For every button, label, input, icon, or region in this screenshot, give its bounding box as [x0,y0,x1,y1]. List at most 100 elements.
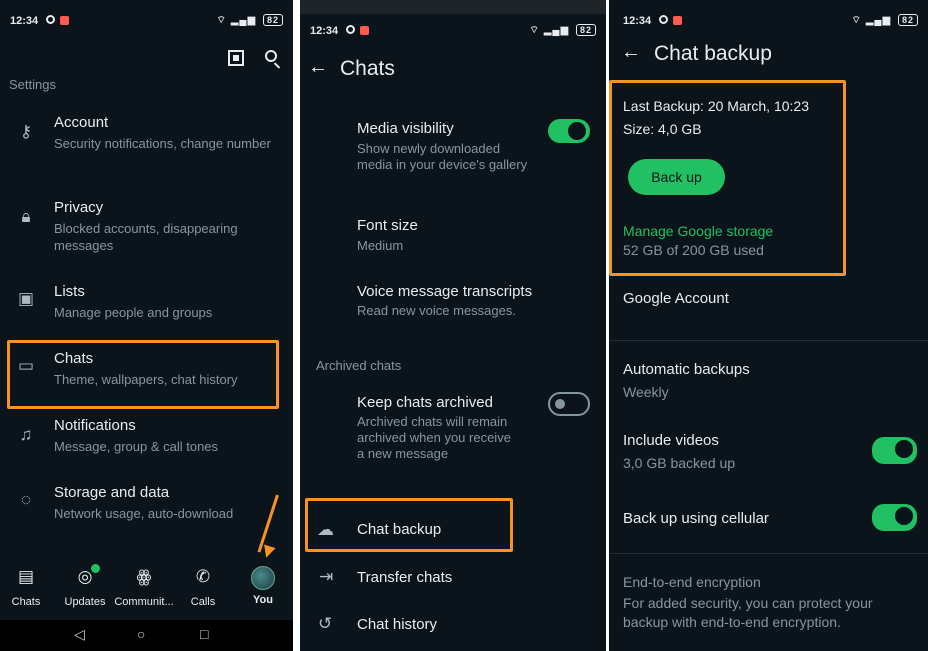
voice-transcripts-title: Voice message transcripts [357,283,533,300]
settings-item-sub: Message, group & call tones [54,439,219,454]
settings-item-title: Lists [54,283,85,300]
key-icon: ⚷ [19,122,33,141]
status-icons: ⌔ ▂▄▆ 82 [530,24,596,37]
lock-icon: 🔒︎ [21,207,31,226]
qr-code-icon[interactable] [228,50,244,66]
settings-item-account[interactable]: ⚷ Account Security notifications, change… [0,112,293,176]
communities-icon: ꙮ [136,567,152,586]
back-arrow-icon[interactable]: ← [621,41,641,64]
highlight-box-chat-backup [305,498,513,552]
system-nav-bar: ◁ ○ □ [0,620,293,651]
sys-back-icon[interactable]: ◁ [74,626,85,643]
settings-item-sub: Blocked accounts, disappearing messages [54,221,238,253]
section-label-settings: Settings [9,77,56,92]
avatar [251,566,275,590]
status-calendar-icon [360,26,369,35]
nav-communities[interactable]: ꙮ Communit... [114,566,174,608]
google-account-title: Google Account [623,290,729,307]
highlight-box-chats [7,340,279,409]
media-visibility-sub: Show newly downloaded media in your devi… [357,141,528,172]
wifi-icon: ⌔ [851,15,862,26]
storage-icon: ◌ [20,490,32,509]
status-time: 12:34 [310,25,339,37]
wifi-icon: ⌔ [529,25,540,36]
status-calendar-icon [673,16,682,25]
settings-item-lists[interactable]: ▣ Lists Manage people and groups [0,281,293,325]
nav-updates[interactable]: ◎ Updates [55,564,115,608]
status-icons: ⌔ ▂▄▆ 82 [217,14,283,27]
nav-label: Updates [64,596,106,608]
history-icon: ↺ [318,614,333,633]
signal-icon: ▂▄▆ [865,15,892,26]
settings-item-title: Storage and data [54,484,170,501]
transfer-icon: ⇥ [319,567,334,586]
settings-item-title: Notifications [54,417,136,434]
battery-icon: 82 [575,24,596,36]
settings-item-storage[interactable]: ◌ Storage and data Network usage, auto-d… [0,482,293,526]
back-up-cellular-title: Back up using cellular [623,510,769,527]
page-title: Chats [340,57,395,80]
status-bar: 12:34 ⌔ ▂▄▆ 82 [609,0,928,36]
status-ring-icon [346,25,355,34]
settings-item-notifications[interactable]: ♫ Notifications Message, group & call to… [0,415,293,459]
keep-archived-toggle[interactable] [548,392,590,416]
battery-icon: 82 [262,14,283,26]
nav-label: Calls [190,596,216,608]
font-size-title: Font size [357,217,418,234]
nav-chats[interactable]: ▤ Chats [0,566,56,608]
media-visibility-title: Media visibility [357,120,454,137]
status-time: 12:34 [623,15,652,27]
bottom-navigation: ▤ Chats ◎ Updates ꙮ Communit... ✆ Calls … [0,556,293,618]
divider [609,340,928,341]
chats-icon: ▤ [17,567,35,586]
nav-label: Communit... [114,596,174,608]
chat-backup-panel: 12:34 ⌔ ▂▄▆ 82 ← Chat backup Last Backup… [609,0,928,651]
nav-calls[interactable]: ✆ Calls [173,566,233,608]
settings-item-title: Privacy [54,199,104,216]
nav-label: Chats [11,596,41,608]
page-title: Chat backup [654,42,772,65]
settings-panel: 12:34 ⌔ ▂▄▆ 82 Settings ⚷ Account Securi… [0,0,293,651]
search-icon[interactable] [265,50,277,62]
e2e-sub: For added security, you can protect your… [623,595,873,630]
keep-archived-sub: Archived chats will remain archived when… [357,414,511,461]
include-videos-toggle[interactable] [872,437,917,464]
include-videos-title: Include videos [623,432,719,449]
signal-icon: ▂▄▆ [543,25,570,36]
automatic-backups-value: Weekly [623,384,669,400]
settings-item-sub: Security notifications, change number [54,136,271,151]
settings-item-sub: Network usage, auto-download [54,506,234,521]
settings-item-sub: Manage people and groups [54,305,213,320]
status-bar: 12:34 ⌔ ▂▄▆ 82 [0,0,293,36]
signal-icon: ▂▄▆ [230,15,257,26]
e2e-title: End-to-end encryption [623,574,761,590]
chat-history-title: Chat history [357,616,438,633]
status-ring-icon [659,15,668,24]
media-visibility-toggle[interactable] [548,119,590,143]
status-time: 12:34 [10,15,39,27]
status-bar: 12:34 ⌔ ▂▄▆ 82 [300,10,606,46]
transfer-chats-title: Transfer chats [357,569,453,586]
status-calendar-icon [60,16,69,25]
avatar-wrap [233,566,293,590]
automatic-backups-title: Automatic backups [623,361,750,378]
highlight-box-backup-info [609,80,846,276]
back-up-cellular-toggle[interactable] [872,504,917,531]
sys-recents-icon[interactable]: □ [200,626,208,642]
archived-chats-section-label: Archived chats [316,358,402,373]
font-size-value: Medium [357,238,404,253]
sys-home-icon[interactable]: ○ [137,626,145,642]
unread-dot [91,564,100,573]
calls-icon: ✆ [195,567,211,586]
nav-label: You [253,594,273,606]
status-ring-icon [46,15,55,24]
back-arrow-icon[interactable]: ← [308,56,328,79]
keep-archived-title: Keep chats archived [357,394,493,411]
bell-icon: ♫ [19,425,33,444]
battery-icon: 82 [897,14,918,26]
settings-item-privacy[interactable]: 🔒︎ Privacy Blocked accounts, disappearin… [0,197,293,261]
settings-item-title: Account [54,114,109,131]
status-icons: ⌔ ▂▄▆ 82 [852,14,918,27]
voice-transcripts-sub: Read new voice messages. [357,303,516,318]
nav-you[interactable]: You [233,566,293,606]
